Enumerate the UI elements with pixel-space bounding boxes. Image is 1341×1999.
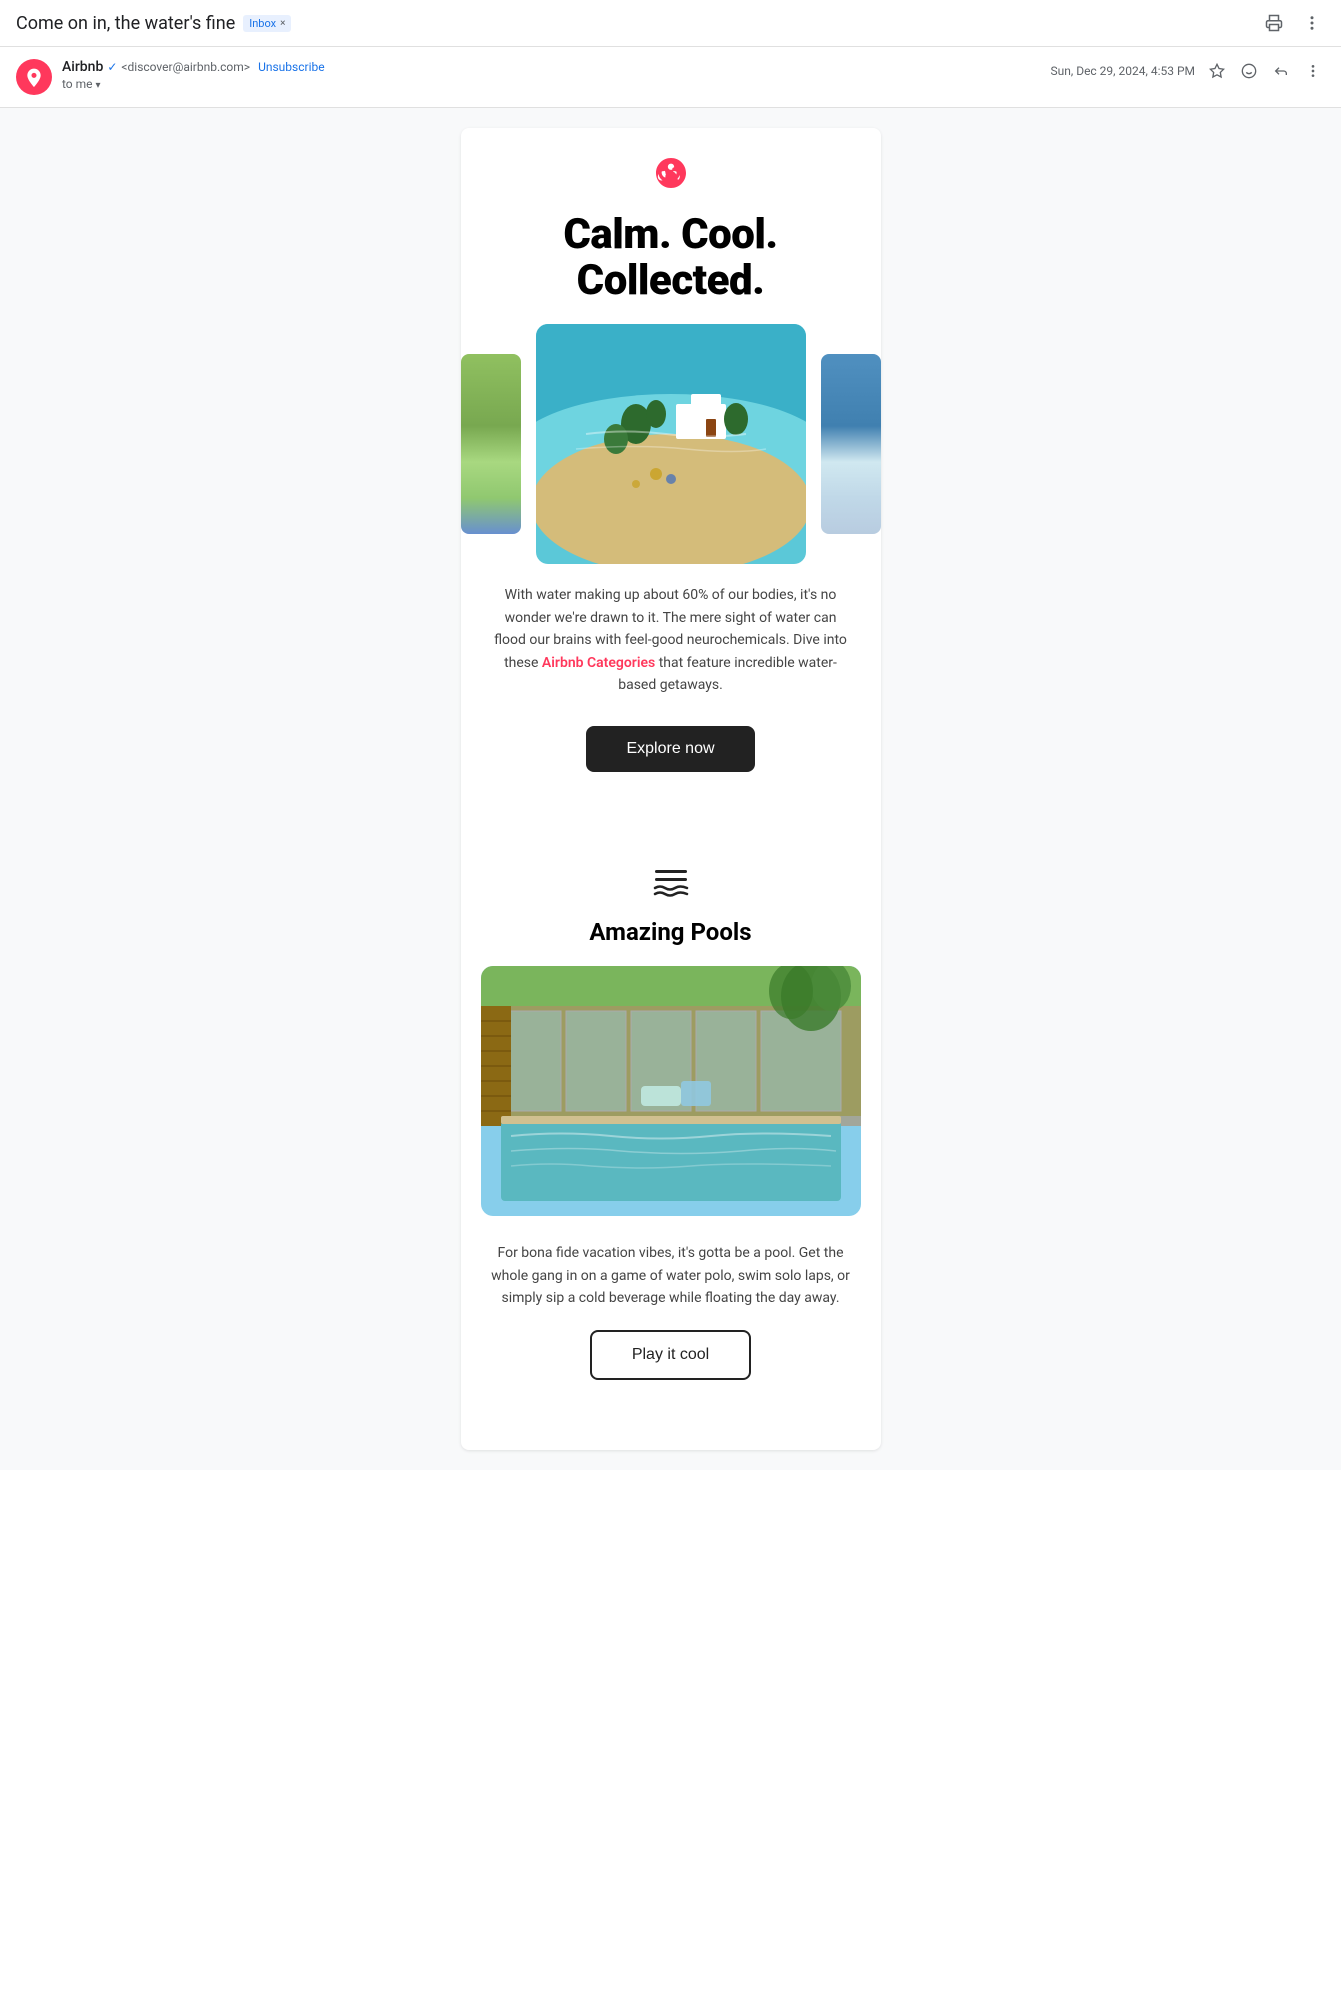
sender-info: Airbnb ✓ <discover@airbnb.com> Unsubscri…	[62, 59, 1050, 91]
reply-button[interactable]	[1269, 59, 1293, 83]
email-content: Calm. Cool. Collected.	[461, 128, 881, 1450]
sender-row: Airbnb ✓ <discover@airbnb.com> Unsubscri…	[0, 47, 1341, 108]
explore-now-button[interactable]: Explore now	[586, 726, 754, 772]
dropdown-arrow[interactable]: ▾	[96, 80, 101, 91]
hero-text: Calm. Cool. Collected.	[461, 202, 881, 324]
more-button[interactable]	[1301, 59, 1325, 83]
play-it-cool-button[interactable]: Play it cool	[590, 1330, 751, 1380]
pool-icon	[491, 862, 851, 910]
sender-meta: Sun, Dec 29, 2024, 4:53 PM	[1050, 59, 1325, 83]
description-text: With water making up about 60% of our bo…	[491, 584, 851, 696]
inbox-badge-close[interactable]: ×	[280, 18, 285, 29]
subject-bar: Come on in, the water's fine Inbox ×	[0, 0, 1341, 47]
print-button[interactable]	[1261, 10, 1287, 36]
play-it-cool-cta-area: Play it cool	[461, 1320, 881, 1410]
emoji-button[interactable]	[1237, 59, 1261, 83]
airbnb-logo-icon	[656, 158, 686, 188]
star-button[interactable]	[1205, 59, 1229, 83]
more-options-button[interactable]	[1299, 10, 1325, 36]
inbox-badge-label: Inbox	[249, 17, 276, 30]
explore-cta-area: Explore now	[461, 716, 881, 802]
sender-avatar	[16, 59, 52, 95]
carousel-main-image	[536, 324, 806, 564]
pool-section-description: For bona fide vacation vibes, it's gotta…	[461, 1226, 881, 1319]
garden-image	[461, 354, 521, 534]
subject-text: Come on in, the water's fine	[16, 13, 235, 34]
ocean-view-image	[821, 354, 881, 534]
image-carousel	[461, 334, 881, 554]
verified-icon: ✓	[107, 60, 117, 74]
hero-headline: Calm. Cool. Collected.	[491, 212, 851, 304]
sender-date: Sun, Dec 29, 2024, 4:53 PM	[1050, 64, 1195, 78]
sender-name: Airbnb	[62, 59, 103, 75]
airbnb-logo-area	[461, 128, 881, 202]
pool-image	[481, 966, 861, 1216]
swimming-pool-icon	[651, 862, 691, 902]
inbox-badge: Inbox ×	[243, 15, 291, 32]
sender-actions	[1205, 59, 1325, 83]
airbnb-categories-link[interactable]: Airbnb Categories	[542, 655, 659, 671]
sender-email: <discover@airbnb.com>	[121, 60, 250, 74]
beach-aerial-image	[536, 324, 806, 564]
email-body: Calm. Cool. Collected.	[0, 108, 1341, 1470]
carousel-left-image	[461, 354, 521, 534]
unsubscribe-link[interactable]: Unsubscribe	[258, 60, 325, 74]
carousel-right-image	[821, 354, 881, 534]
sender-to: to me ▾	[62, 77, 1050, 91]
amazing-pools-section: Amazing Pools	[461, 842, 881, 956]
pool-scene-image	[481, 966, 861, 1216]
sender-name-row: Airbnb ✓ <discover@airbnb.com> Unsubscri…	[62, 59, 1050, 75]
description-area: With water making up about 60% of our bo…	[461, 564, 881, 716]
subject-actions	[1261, 10, 1325, 36]
amazing-pools-title: Amazing Pools	[491, 918, 851, 946]
